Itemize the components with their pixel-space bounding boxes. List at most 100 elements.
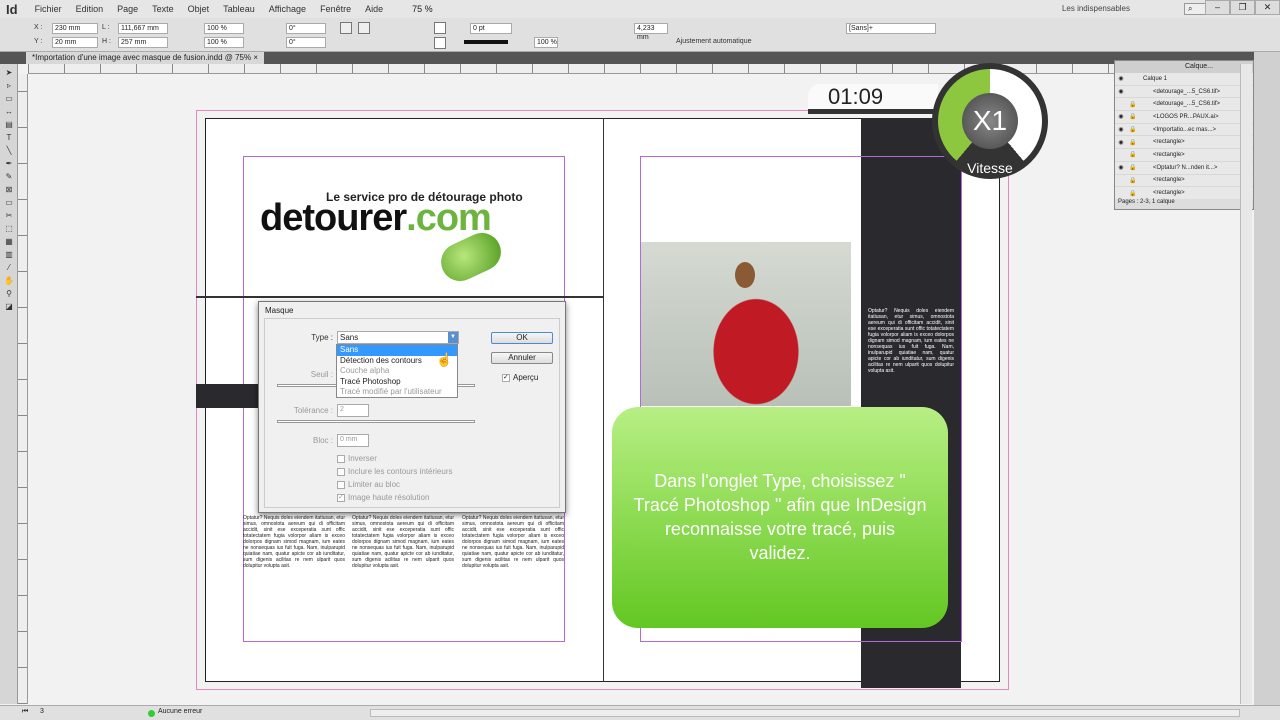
layer-row[interactable]: 🔒 <rectangle> [1115,187,1253,200]
rotate-field[interactable]: 0° [286,23,326,34]
menu-affichage[interactable]: Affichage [262,4,313,14]
zoom-tool-icon[interactable]: ⚲ [3,289,15,298]
menu-page[interactable]: Page [110,4,145,14]
menu-edition[interactable]: Edition [69,4,111,14]
first-page-icon[interactable]: ⏮ [22,708,28,716]
stroke-weight-field[interactable]: 0 pt [470,23,512,34]
layer-row[interactable]: ◉ 🔒 <Optatur? N...nden it...> [1115,162,1253,175]
close-tab-icon[interactable]: × [253,53,258,62]
rotate-cw-icon[interactable] [340,22,352,34]
layer-row[interactable]: ◉ 🔒 <rectangle> [1115,136,1253,150]
lock-icon[interactable]: 🔒 [1127,126,1139,133]
layer-row[interactable]: ◉ <detourage_...5_CS6.tif> [1115,86,1253,99]
body-text-column[interactable]: Optatur? Nequis doles eiendem itatiusan,… [352,515,454,640]
scissors-tool-icon[interactable]: ✂ [3,211,15,220]
restore-button[interactable]: ❐ [1230,0,1255,15]
y-field[interactable]: 20 mm [52,37,98,48]
visibility-icon[interactable]: ◉ [1115,139,1127,146]
hand-tool-icon[interactable]: ✋ [3,276,15,285]
shear-field[interactable]: 0° [286,37,326,48]
gap-tool-icon[interactable]: ↔ [3,107,15,116]
horizontal-ruler[interactable] [28,64,1240,74]
inverser-checkbox[interactable]: Inverser [337,454,377,463]
note-tool-icon[interactable]: ▥ [3,250,15,259]
layer-row[interactable]: ◉ 🔒 <LOGOS PR...PAUX.ai> [1115,111,1253,124]
page-number-field[interactable]: 3 [40,708,44,715]
lock-icon[interactable]: 🔒 [1127,101,1139,108]
preflight-errors[interactable]: Aucune erreur [158,708,202,715]
vertical-ruler[interactable] [18,74,28,704]
offset-field[interactable]: 4,233 mm [634,23,668,41]
visibility-icon[interactable]: ◉ [1115,164,1127,171]
rectangle-frame-tool-icon[interactable]: ⊠ [3,185,15,194]
pencil-tool-icon[interactable]: ✎ [3,172,15,181]
haute-resolution-checkbox[interactable]: ✓ Image haute résolution [337,493,429,502]
menu-fenetre[interactable]: Fenêtre [313,4,358,14]
pen-tool-icon[interactable]: ✒ [3,159,15,168]
fill-swatch-icon[interactable] [434,22,446,34]
body-text-column[interactable]: Optatur? Nequis doles eiendem itatiusan,… [462,515,564,640]
height-field[interactable]: 257 mm [118,37,168,48]
document-tab[interactable]: *Importation d'une image avec masque de … [26,52,265,64]
close-button[interactable]: ✕ [1255,0,1280,15]
direct-selection-tool-icon[interactable]: ▹ [3,81,15,90]
tolerance-field[interactable]: 2 [337,404,369,417]
limiter-bloc-checkbox[interactable]: Limiter au bloc [337,480,400,489]
menu-objet[interactable]: Objet [181,4,217,14]
chevron-down-icon[interactable]: ▼ [448,332,458,343]
menu-aide[interactable]: Aide [358,4,390,14]
x-field[interactable]: 230 mm [52,23,98,34]
menu-fichier[interactable]: Fichier [28,4,69,14]
eyedropper-tool-icon[interactable]: ⁄ [3,263,15,272]
page-tool-icon[interactable]: ▭ [3,94,15,103]
stroke-swatch-icon[interactable] [434,37,446,49]
type-select[interactable]: Sans ▼ [337,331,459,344]
selection-tool-icon[interactable]: ➤ [3,68,15,77]
layer-row[interactable]: ◉ Calque 1 [1115,73,1253,86]
transform-tool-icon[interactable]: ⬚ [3,224,15,233]
layer-row[interactable]: 🔒 <rectangle> [1115,175,1253,188]
stroke-type-select[interactable] [464,40,508,44]
lock-icon[interactable]: 🔒 [1127,190,1139,197]
lock-icon[interactable]: 🔒 [1127,177,1139,184]
lock-icon[interactable]: 🔒 [1127,151,1139,158]
visibility-icon[interactable]: ◉ [1115,88,1127,95]
menu-texte[interactable]: Texte [145,4,181,14]
line-tool-icon[interactable]: ╲ [3,146,15,155]
tolerance-slider[interactable] [277,420,475,423]
zoom-level-select[interactable]: 75 % [400,4,445,14]
apercu-checkbox[interactable]: ✓ Aperçu [502,373,538,382]
bloc-field[interactable]: 0 mm [337,434,369,447]
visibility-icon[interactable]: ◉ [1115,126,1127,133]
body-text-column[interactable]: Optatur? Nequis doles eiendem itatiusan,… [243,515,345,640]
layer-row[interactable]: ◉ 🔒 <Importatio...ec mas...> [1115,124,1253,137]
menu-tableau[interactable]: Tableau [216,4,262,14]
vertical-scrollbar[interactable] [1240,64,1252,704]
minimize-button[interactable]: – [1205,0,1230,15]
horizontal-scrollbar[interactable] [370,709,1240,717]
rectangle-tool-icon[interactable]: ▭ [3,198,15,207]
option-trace-photoshop[interactable]: Tracé Photoshop [337,377,457,388]
content-collector-icon[interactable]: ▤ [3,120,15,129]
visibility-icon[interactable]: ◉ [1115,75,1127,82]
scale-x-field[interactable]: 100 % [204,23,244,34]
cancel-button[interactable]: Annuler [491,352,553,364]
workspace-switcher[interactable]: Les indispensables [1062,4,1130,13]
object-style-select[interactable]: [Sans]+ [846,23,936,34]
layers-tab[interactable]: Calque... [1115,61,1253,73]
opacity-field[interactable]: 100 % [534,37,558,48]
lock-icon[interactable]: 🔒 [1127,139,1139,146]
layer-row[interactable]: 🔒 <rectangle> [1115,149,1253,162]
width-field[interactable]: 111,667 mm [118,23,168,34]
fill-stroke-icon[interactable]: ◪ [3,302,15,311]
inclure-contours-checkbox[interactable]: Inclure les contours intérieurs [337,467,453,476]
layer-row[interactable]: 🔒 <detourage_...5_CS6.tif> [1115,98,1253,112]
rotate-ccw-icon[interactable] [358,22,370,34]
type-tool-icon[interactable]: T [3,133,15,142]
scale-y-field[interactable]: 100 % [204,37,244,48]
autofit-checkbox[interactable]: Ajustement automatique [676,38,752,45]
lock-icon[interactable]: 🔒 [1127,113,1139,120]
lock-icon[interactable]: 🔒 [1127,164,1139,171]
gradient-tool-icon[interactable]: ▦ [3,237,15,246]
ok-button[interactable]: OK [491,332,553,344]
